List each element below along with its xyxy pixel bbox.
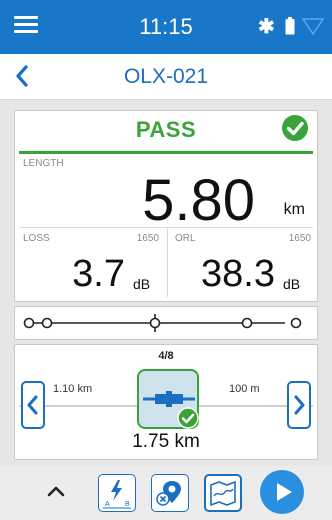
next-event-button[interactable] — [287, 381, 311, 429]
bluetooth-icon: ✱ — [258, 16, 275, 38]
previous-event-button[interactable] — [21, 381, 45, 429]
pass-check-icon — [177, 407, 199, 429]
status-underline — [19, 151, 313, 154]
svg-text:A: A — [105, 501, 110, 508]
fault-locator-icon — [156, 481, 181, 506]
wifi-icon — [302, 18, 324, 36]
event-detail-card: 4/8 1.10 km 100 m 1.75 km — [14, 344, 318, 460]
title-bar: OLX-021 — [0, 54, 332, 100]
chevron-right-icon — [294, 395, 305, 415]
event-position: 1.75 km — [132, 431, 200, 452]
status-bar: 11:15 ✱ — [0, 0, 332, 54]
orl-value: 38.3 — [201, 253, 275, 295]
measure-ab-button[interactable]: A B — [98, 474, 136, 512]
orl-wavelength: 1650 — [288, 233, 311, 244]
length-value: 5.80 — [142, 168, 255, 233]
battery-icon — [285, 17, 295, 35]
pass-check-icon — [282, 115, 308, 141]
chevron-left-icon — [27, 395, 38, 415]
orl-label: ORL — [175, 233, 196, 244]
bottom-toolbar: A B — [0, 466, 332, 520]
map-view-icon — [210, 480, 236, 507]
event-connector-button[interactable] — [137, 369, 199, 429]
loss-label: LOSS — [23, 233, 50, 244]
fault-locator-button[interactable] — [151, 474, 189, 512]
event-counter: 4/8 — [158, 350, 174, 362]
loss-value: 3.7 — [72, 253, 125, 295]
start-test-button[interactable] — [260, 470, 304, 514]
length-unit: km — [283, 201, 305, 218]
clock: 11:15 — [139, 14, 193, 39]
loss-unit: dB — [133, 276, 151, 292]
loss-wavelength: 1650 — [136, 233, 159, 244]
svg-text:B: B — [125, 501, 130, 508]
distance-before: 1.10 km — [53, 383, 93, 395]
expand-up-icon[interactable] — [46, 484, 66, 498]
test-status: PASS — [135, 117, 197, 142]
distance-after: 100 m — [229, 383, 260, 395]
divider — [19, 227, 313, 228]
result-summary-card: PASS LENGTH 5.80 km LOSS 1650 ORL 1650 3… — [14, 110, 318, 302]
orl-unit: dB — [283, 276, 301, 292]
link-diagram-icon — [23, 314, 302, 332]
play-icon — [277, 483, 292, 501]
page-title: OLX-021 — [123, 65, 209, 88]
link-overview[interactable] — [14, 306, 318, 340]
measure-ab-icon: A B — [103, 480, 131, 509]
map-view-button[interactable] — [204, 474, 242, 512]
